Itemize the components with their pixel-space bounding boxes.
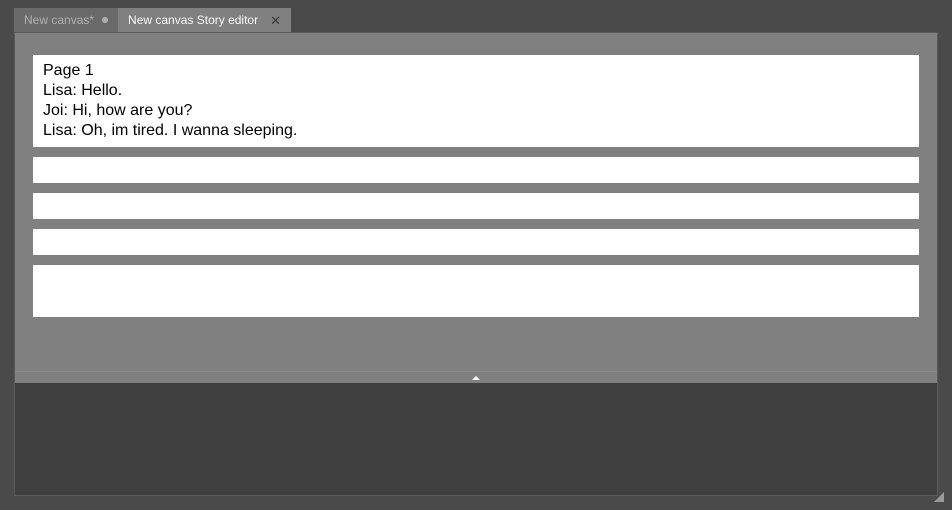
story-editor-window: New canvas* New canvas Story editor ✕ Pa… — [0, 0, 952, 510]
tab-bar: New canvas* New canvas Story editor ✕ — [14, 8, 938, 32]
tab-story-editor[interactable]: New canvas Story editor ✕ — [118, 8, 291, 32]
editor-content: Page 1 Lisa: Hello. Joi: Hi, how are you… — [15, 33, 937, 371]
tab-label: New canvas Story editor — [128, 13, 258, 27]
story-line: Lisa: Hello. — [43, 81, 909, 101]
tab-canvas[interactable]: New canvas* — [14, 8, 118, 32]
bottom-panel — [15, 383, 937, 495]
editor-wrapper: Page 1 Lisa: Hello. Joi: Hi, how are you… — [14, 32, 938, 496]
story-text-block[interactable] — [33, 229, 919, 255]
modified-indicator-icon — [102, 17, 108, 23]
resize-handle[interactable] — [932, 490, 944, 502]
tab-label: New canvas* — [24, 13, 94, 27]
story-text-block[interactable] — [33, 193, 919, 219]
story-text-block[interactable] — [33, 265, 919, 317]
story-text-block[interactable]: Page 1 Lisa: Hello. Joi: Hi, how are you… — [33, 55, 919, 147]
panel-collapse-handle[interactable] — [15, 371, 937, 383]
story-line: Page 1 — [43, 61, 909, 81]
story-text-block[interactable] — [33, 157, 919, 183]
story-line: Lisa: Oh, im tired. I wanna sleeping. — [43, 121, 909, 141]
story-line: Joi: Hi, how are you? — [43, 101, 909, 121]
close-icon[interactable]: ✕ — [270, 14, 281, 27]
chevron-up-icon — [472, 376, 480, 380]
